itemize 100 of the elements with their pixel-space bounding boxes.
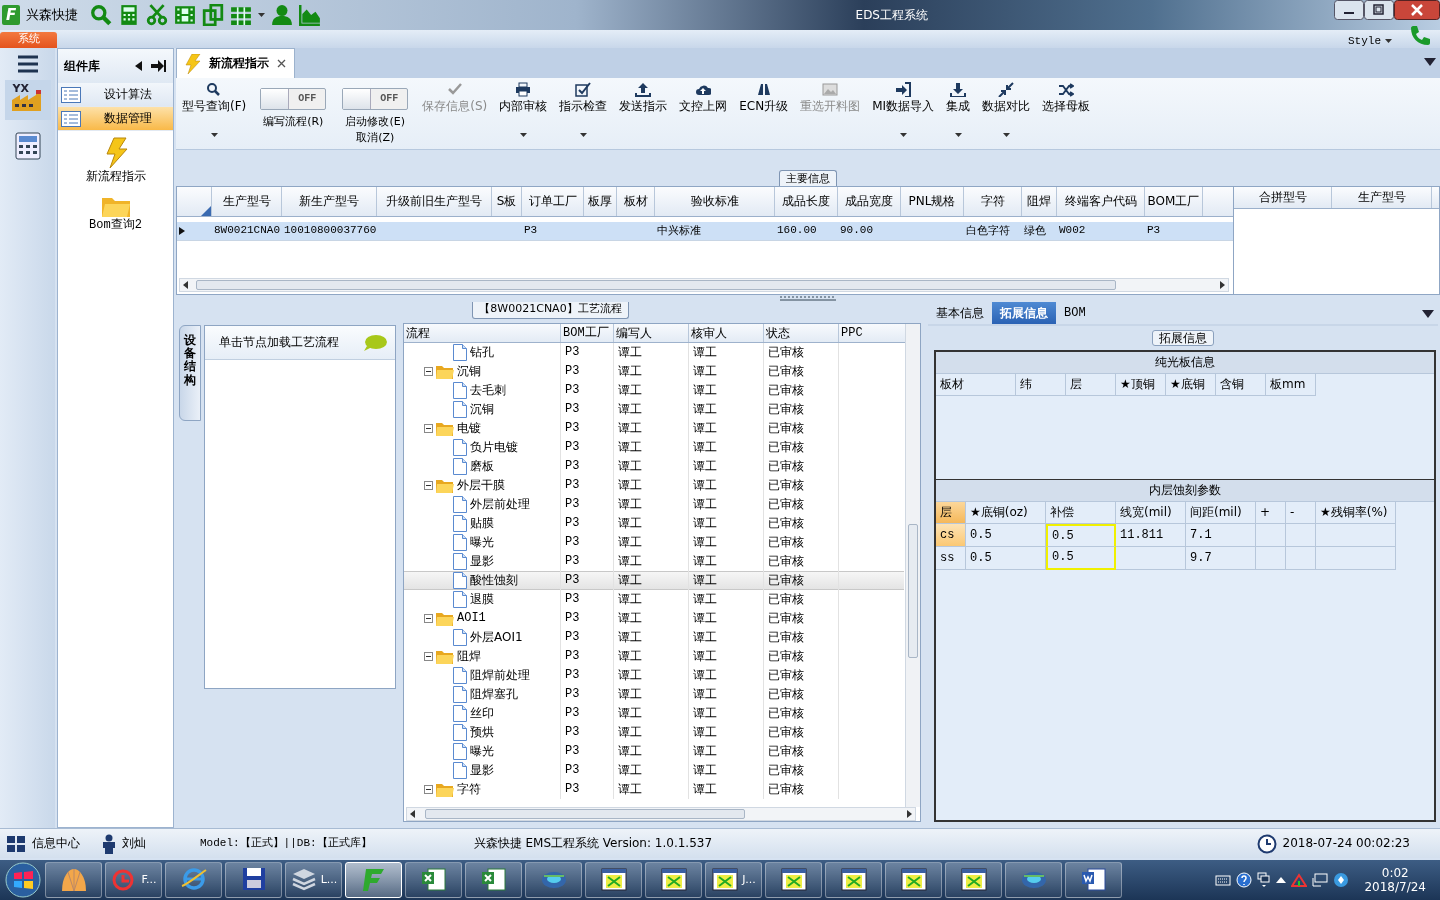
taskbar-button[interactable] [645,862,702,898]
toggle-switch[interactable]: OFF [342,88,409,110]
column-header[interactable]: 成品长度 [775,187,838,216]
monitor-icon[interactable] [1312,873,1329,887]
tree-row[interactable]: 负片电镀 P3 谭工 谭工 已审核 [404,438,904,457]
tree-row[interactable]: 钻孔 P3 谭工 谭工 已审核 [404,343,904,362]
tool-label[interactable]: 新流程指示 [85,169,146,184]
collapse-icon[interactable] [424,785,433,794]
column-header[interactable]: + [1256,502,1286,524]
flag-icon[interactable] [1291,873,1308,887]
column-header[interactable]: 成品宽度 [838,187,901,216]
column-header[interactable]: 板材 [936,374,1016,396]
close-button[interactable] [1394,0,1440,20]
tree-row[interactable]: 显影 P3 谭工 谭工 已审核 [404,761,904,780]
taskbar-button[interactable] [465,862,522,898]
pin-icon[interactable] [151,59,167,73]
minimize-button[interactable] [1334,0,1364,20]
tab[interactable]: 拓展信息 [992,302,1056,324]
column-header[interactable]: 层 [1066,374,1116,396]
column-header[interactable]: 间距(mil) [1186,502,1256,524]
calculator-icon[interactable] [118,4,140,26]
collapse-icon[interactable] [424,481,433,490]
tree-row[interactable]: 去毛刺 P3 谭工 谭工 已审核 [404,381,904,400]
column-header[interactable]: 生产型号 [212,187,282,216]
column-header[interactable]: BOM工厂 [561,324,614,342]
scrollbar[interactable] [905,324,920,807]
panel-item[interactable]: 设计算法 [58,83,173,107]
toolbar-button[interactable]: MI数据导入 [866,82,941,146]
taskbar-button[interactable] [885,862,942,898]
tree-row[interactable]: 丝印 P3 谭工 谭工 已审核 [404,704,904,723]
column-header[interactable]: 板mm [1266,374,1316,396]
scissors-icon[interactable] [146,4,168,26]
toolbar-button[interactable]: 数据对比 [976,82,1037,146]
column-header[interactable]: 状态 [764,324,839,342]
menu-icon[interactable] [15,54,40,74]
start-button[interactable] [4,861,42,899]
collapse-icon[interactable] [424,652,433,661]
windows-icon[interactable] [1257,872,1272,888]
toolbar-button[interactable]: 文控上网 [673,82,734,146]
menu-caret-icon[interactable] [1422,310,1434,318]
tree-row[interactable]: 外层AOI1 P3 谭工 谭工 已审核 [404,628,904,647]
column-header[interactable]: 合拼型号 [1234,187,1332,208]
menu-caret-icon[interactable] [1424,58,1436,66]
tree-row[interactable]: 磨板 P3 谭工 谭工 已审核 [404,457,904,476]
column-header[interactable]: 终端客户代码 [1057,187,1145,216]
collapse-icon[interactable] [135,61,143,71]
column-header[interactable]: - [1286,502,1316,524]
tree-row[interactable]: 曝光 P3 谭工 谭工 已审核 [404,533,904,552]
tree-row[interactable]: 曝光 P3 谭工 谭工 已审核 [404,742,904,761]
column-header[interactable]: 流程 [404,324,561,342]
column-header[interactable]: 升级前旧生产型号 [377,187,492,216]
toolbar-button[interactable]: 发送指示 [613,82,674,146]
tree-row[interactable]: AOI1 P3 谭工 谭工 已审核 [404,609,904,628]
select-all-icon[interactable] [201,206,211,216]
tree-row[interactable]: 沉铜 P3 谭工 谭工 已审核 [404,362,904,381]
column-header[interactable]: 核审人 [689,324,764,342]
column-header[interactable]: 新生产型号 [282,187,377,216]
column-header[interactable]: S板 [492,187,522,216]
collapse-icon[interactable] [424,367,433,376]
search-icon[interactable] [90,4,112,26]
column-header[interactable]: 板厚 [584,187,617,216]
tab[interactable]: BOM [1056,302,1094,324]
toolbar-button[interactable]: 选择母板 [1036,82,1097,146]
tree-row[interactable]: 电镀 P3 谭工 谭工 已审核 [404,419,904,438]
column-header[interactable]: 层 [936,502,966,524]
taskbar-button[interactable] [225,862,282,898]
column-header[interactable]: 编写人 [614,324,689,342]
column-header[interactable]: 板材 [617,187,655,216]
maximize-button[interactable] [1364,0,1394,20]
toolbar-button[interactable]: 型号查询(F) [176,82,253,146]
taskbar-button[interactable]: F... [105,862,162,898]
column-header[interactable]: ★顶铜 [1116,374,1166,396]
shield-icon[interactable] [1333,872,1350,888]
scrollbar[interactable] [179,278,1229,292]
column-header[interactable]: 订单工厂 [522,187,584,216]
column-header[interactable]: 纬 [1016,374,1066,396]
toolbar-button[interactable]: ECN升级 [733,82,795,146]
taskbar-button[interactable] [1065,862,1122,898]
taskbar-button[interactable] [45,862,102,898]
tree-row[interactable]: 阻焊 P3 谭工 谭工 已审核 [404,647,904,666]
toolbar-button[interactable]: 指示检查 [553,82,614,146]
taskbar-button[interactable] [825,862,882,898]
keyboard-icon[interactable] [1215,874,1232,886]
tree-row[interactable]: 阻焊前处理 P3 谭工 谭工 已审核 [404,666,904,685]
column-header[interactable]: ★残铜率(%) [1316,502,1396,524]
show-hidden-icon[interactable] [1276,876,1287,884]
splitter-grip-icon[interactable] [778,295,838,302]
column-header[interactable]: 补偿 [1046,502,1116,524]
toolbar-button[interactable]: 集成 [940,82,977,146]
column-header[interactable]: PNL规格 [901,187,964,216]
tree-row[interactable]: 贴膜 P3 谭工 谭工 已审核 [404,514,904,533]
column-header[interactable]: 线宽(mil) [1116,502,1186,524]
copy-icon[interactable] [202,4,224,26]
column-header[interactable]: 生产型号 [1332,187,1432,208]
tree-row[interactable]: 退膜 P3 谭工 谭工 已审核 [404,590,904,609]
collapse-icon[interactable] [424,614,433,623]
tree-row[interactable]: 沉铜 P3 谭工 谭工 已审核 [404,400,904,419]
tree-row[interactable]: 外层干膜 P3 谭工 谭工 已审核 [404,476,904,495]
tree-row[interactable]: 外层前处理 P3 谭工 谭工 已审核 [404,495,904,514]
tree-row[interactable]: 字符 P3 谭工 谭工 已审核 [404,780,904,799]
